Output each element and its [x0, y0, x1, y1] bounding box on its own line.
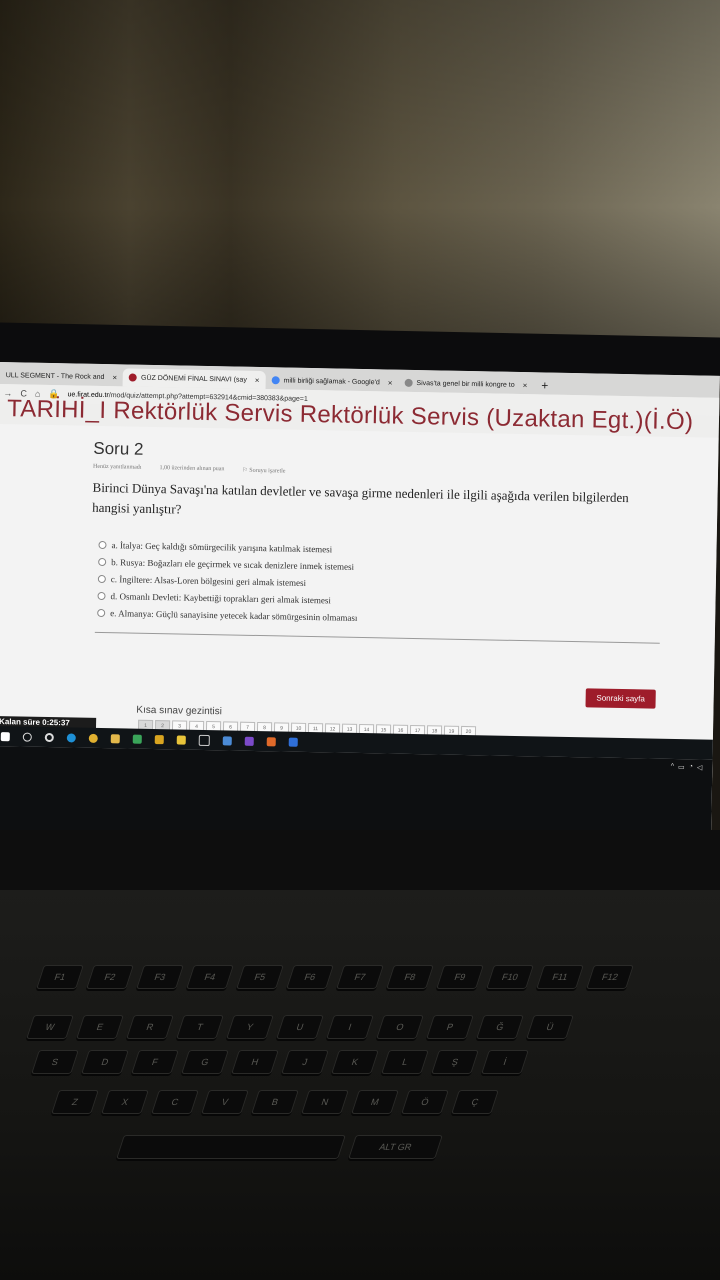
space-key [116, 1135, 346, 1159]
room-wall [0, 0, 720, 345]
keyboard-key: N [301, 1090, 349, 1114]
next-page-button[interactable]: Sonraki sayfa [585, 688, 656, 709]
keyboard-key: İ [481, 1050, 529, 1074]
tab-music[interactable]: ULL SEGMENT - The Rock and × [0, 366, 123, 386]
file-explorer-icon[interactable] [110, 733, 120, 743]
flag-question-link[interactable]: ⚐ Soruyu işaretle [242, 467, 285, 475]
keyboard-key: J [281, 1050, 329, 1074]
top-letter-row: W E R T Y U I O P Ğ Ü [26, 1015, 574, 1039]
keyboard-key: F8 [386, 965, 434, 989]
edge-icon[interactable] [66, 732, 76, 743]
keyboard-key: B [251, 1090, 299, 1114]
alt-gr-key: ALT GR [348, 1135, 443, 1159]
keyboard-key: Ç [451, 1090, 499, 1114]
keyboard-key: I [326, 1015, 374, 1039]
chrome-icon[interactable] [88, 733, 98, 743]
keyboard-key: R [126, 1015, 174, 1039]
radio-button[interactable] [97, 591, 106, 600]
close-icon[interactable]: × [112, 373, 117, 382]
keyboard-key: F10 [486, 965, 534, 989]
photos-icon[interactable] [266, 736, 276, 746]
keyboard-key: W [26, 1015, 74, 1039]
laptop-keyboard: F1 F2 F3 F4 F5 F6 F7 F8 F9 F10 F11 F12 W… [0, 890, 720, 1280]
google-icon [271, 376, 280, 385]
radio-button[interactable] [97, 608, 106, 617]
keyboard-key: F1 [36, 965, 84, 989]
keyboard-key: O [376, 1015, 424, 1039]
radio-button[interactable] [97, 574, 106, 583]
keyboard-key: F12 [586, 965, 634, 989]
keyboard-key: F4 [186, 965, 234, 989]
question-status: Henüz yanıtlanmadı [92, 463, 142, 471]
star-icon[interactable] [176, 734, 186, 745]
keyboard-key: F9 [436, 965, 484, 989]
question-number: Soru 2 [93, 438, 144, 459]
keyboard-key: H [231, 1050, 279, 1074]
keyboard-key: L [381, 1050, 429, 1074]
home-row: S D F G H J K L Ş İ [31, 1050, 529, 1074]
radio-button[interactable] [98, 557, 107, 566]
keyboard-key: T [176, 1015, 224, 1039]
keyboard-key: F3 [136, 965, 184, 989]
keyboard-key: Ğ [476, 1015, 524, 1039]
screen-bezel-bottom [0, 830, 720, 890]
close-icon[interactable]: × [255, 375, 260, 384]
search-icon[interactable] [22, 732, 32, 742]
keyboard-key: Z [51, 1090, 99, 1114]
keyboard-key: F [131, 1050, 179, 1074]
keyboard-key: F6 [286, 965, 334, 989]
keyboard-key: E [76, 1015, 124, 1039]
keyboard-key: Ş [431, 1050, 479, 1074]
keyboard-key: Y [226, 1015, 274, 1039]
space-row: ALT GR [116, 1135, 443, 1159]
bottom-letter-row: Z X C V B N M Ö Ç [51, 1090, 499, 1114]
windows-start-icon[interactable] [0, 731, 10, 741]
keyboard-key: S [31, 1050, 79, 1074]
site-favicon-icon [129, 373, 138, 382]
app-blue-icon[interactable] [288, 737, 298, 747]
function-key-row: F1 F2 F3 F4 F5 F6 F7 F8 F9 F10 F11 F12 [36, 965, 634, 989]
chevron-up-icon[interactable]: ^ [671, 763, 674, 771]
question-points: 1,00 üzerinden alınan puan [159, 465, 225, 473]
quiz-navigation-title: Kısa sınav gezintisi [136, 704, 223, 718]
battery-icon[interactable]: ▭ [678, 763, 685, 771]
app-icon[interactable] [222, 735, 232, 746]
answer-options: a. İtalya: Geç kaldığı sömürgecilik yarı… [97, 536, 359, 626]
keyboard-key: M [351, 1090, 399, 1114]
keyboard-key: K [331, 1050, 379, 1074]
radio-button[interactable] [98, 540, 107, 549]
volume-icon[interactable]: ◁ [697, 763, 703, 771]
globe-icon [404, 378, 413, 387]
keyboard-key: F11 [536, 965, 584, 989]
keyboard-key: P [426, 1015, 474, 1039]
keyboard-key: V [201, 1090, 249, 1114]
new-tab-button[interactable]: + [533, 376, 556, 394]
system-tray: ^ ▭ ◔ ◁ [671, 763, 703, 772]
window-icon[interactable] [198, 734, 210, 746]
store-icon[interactable] [132, 734, 142, 744]
task-view-icon[interactable] [44, 732, 54, 742]
keyboard-key: D [81, 1050, 129, 1074]
laptop-screen: ULL SEGMENT - The Rock and × GÜZ DÖNEMİ … [0, 362, 720, 846]
close-icon[interactable]: × [388, 378, 393, 387]
keyboard-key: G [181, 1050, 229, 1074]
keyboard-key: F7 [336, 965, 384, 989]
keyboard-key: C [151, 1090, 199, 1114]
visual-studio-icon[interactable] [244, 736, 254, 746]
close-icon[interactable]: × [523, 381, 528, 390]
wifi-icon[interactable]: ◔ [689, 763, 693, 771]
keyboard-key: F2 [86, 965, 134, 989]
keyboard-key: Ü [526, 1015, 574, 1039]
keyboard-key: U [276, 1015, 324, 1039]
folder-icon[interactable] [154, 734, 164, 744]
keyboard-key: F5 [236, 965, 284, 989]
keyboard-key: Ö [401, 1090, 449, 1114]
keyboard-key: X [101, 1090, 149, 1114]
